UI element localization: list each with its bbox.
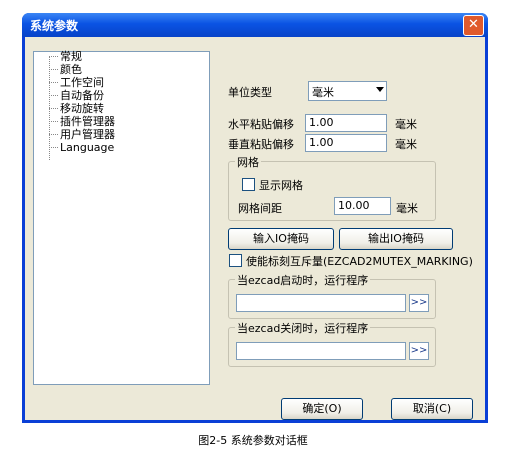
tree-item-autobackup[interactable]: 自动备份	[60, 89, 104, 102]
tree-connector	[49, 108, 58, 109]
close-icon[interactable]: ✕	[463, 15, 484, 36]
title-bar[interactable]: 系统参数 ✕	[22, 13, 488, 37]
h-offset-value: 1.00	[309, 116, 334, 129]
tree-connector	[49, 56, 58, 57]
tree-connector	[49, 95, 58, 96]
startup-group-title: 当ezcad启动时，运行程序	[235, 272, 371, 288]
mutex-checkbox[interactable]	[229, 254, 242, 267]
tree-item-general[interactable]: 常规	[60, 50, 82, 63]
v-offset-input[interactable]: 1.00	[305, 134, 387, 152]
system-params-dialog: 系统参数 ✕ 常规 颜色 工作空间 自动备份 移动旋转 插件管理器 用户管理器 …	[22, 13, 488, 423]
unit-type-label: 单位类型	[228, 86, 272, 99]
grid-group: 网格 显示网格 网格间距 10.00 毫米	[228, 154, 436, 221]
output-io-mask-button[interactable]: 输出IO掩码	[339, 228, 453, 250]
dialog-body: 常规 颜色 工作空间 自动备份 移动旋转 插件管理器 用户管理器 Languag…	[25, 37, 485, 420]
grid-spacing-value: 10.00	[338, 199, 370, 212]
h-offset-label: 水平粘贴偏移	[228, 118, 294, 131]
tree-item-user-manager[interactable]: 用户管理器	[60, 128, 115, 141]
v-offset-unit: 毫米	[395, 138, 417, 151]
tree-connector	[49, 147, 58, 148]
ok-button[interactable]: 确定(O)	[281, 398, 363, 420]
grid-spacing-unit: 毫米	[396, 202, 418, 215]
figure-caption: 图2-5 系统参数对话框	[198, 434, 308, 447]
tree-item-language[interactable]: Language	[60, 141, 114, 154]
show-grid-label: 显示网格	[259, 179, 303, 192]
tree-item-workspace[interactable]: 工作空间	[60, 76, 104, 89]
v-offset-value: 1.00	[309, 136, 334, 149]
cancel-button[interactable]: 取消(C)	[391, 398, 473, 420]
h-offset-input[interactable]: 1.00	[305, 114, 387, 132]
tree-connector	[49, 121, 58, 122]
shutdown-group: 当ezcad关闭时，运行程序 >>	[228, 320, 436, 367]
grid-spacing-label: 网格间距	[238, 202, 282, 215]
show-grid-checkbox[interactable]	[242, 178, 255, 191]
tree-connector	[49, 134, 58, 135]
grid-spacing-input[interactable]: 10.00	[334, 197, 391, 215]
shutdown-program-input[interactable]	[236, 342, 406, 360]
v-offset-label: 垂直粘贴偏移	[228, 138, 294, 151]
startup-browse-button[interactable]: >>	[409, 294, 429, 312]
unit-type-select[interactable]: 毫米	[308, 81, 387, 101]
chevron-down-icon[interactable]	[376, 87, 384, 92]
tree-connector	[49, 69, 58, 70]
mutex-label: 使能标刻互斥量(EZCAD2MUTEX_MARKING)	[246, 255, 473, 268]
tree-connector	[49, 82, 58, 83]
startup-group: 当ezcad启动时，运行程序 >>	[228, 272, 436, 319]
startup-program-input[interactable]	[236, 294, 406, 312]
tree-item-color[interactable]: 颜色	[60, 63, 82, 76]
tree-item-move-rotate[interactable]: 移动旋转	[60, 102, 104, 115]
grid-group-title: 网格	[235, 154, 261, 170]
dialog-title: 系统参数	[30, 19, 79, 33]
unit-type-value: 毫米	[312, 86, 334, 99]
shutdown-group-title: 当ezcad关闭时，运行程序	[235, 320, 371, 336]
input-io-mask-button[interactable]: 输入IO掩码	[228, 228, 334, 250]
settings-tree[interactable]: 常规 颜色 工作空间 自动备份 移动旋转 插件管理器 用户管理器 Languag…	[33, 50, 210, 385]
h-offset-unit: 毫米	[395, 118, 417, 131]
shutdown-browse-button[interactable]: >>	[409, 342, 429, 360]
tree-item-plugin-manager[interactable]: 插件管理器	[60, 115, 115, 128]
